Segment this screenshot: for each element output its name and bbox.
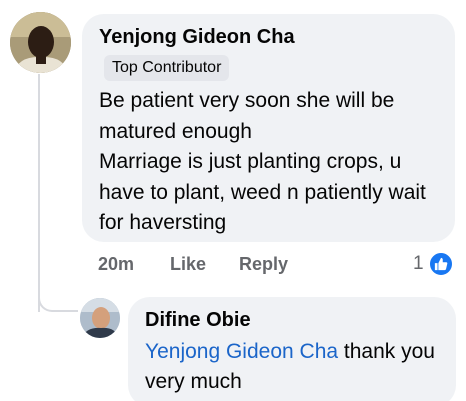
top-contributor-badge: Top Contributor bbox=[104, 55, 230, 81]
reaction-summary[interactable]: 1 bbox=[413, 251, 454, 277]
thread-line bbox=[38, 74, 40, 312]
comment-text: Be patient very soon she will be matured… bbox=[99, 89, 426, 234]
reply-connector-line bbox=[38, 286, 78, 312]
mention-link[interactable]: Yenjong Gideon Cha bbox=[145, 340, 338, 363]
reply-button[interactable]: Reply bbox=[239, 254, 288, 275]
avatar[interactable] bbox=[10, 12, 71, 73]
reply-author[interactable]: Difine Obie bbox=[145, 309, 251, 332]
reaction-count: 1 bbox=[413, 253, 424, 274]
reply-text: Yenjong Gideon Cha thank you very much bbox=[145, 337, 445, 397]
reply-avatar[interactable] bbox=[80, 298, 120, 338]
comment-timestamp[interactable]: 20m bbox=[98, 254, 134, 275]
thumbs-up-icon bbox=[427, 251, 454, 277]
profile-photo-icon bbox=[80, 298, 120, 338]
profile-photo-icon bbox=[10, 12, 71, 73]
like-button[interactable]: Like bbox=[170, 254, 206, 275]
comment-author[interactable]: Yenjong Gideon Cha bbox=[99, 26, 295, 49]
